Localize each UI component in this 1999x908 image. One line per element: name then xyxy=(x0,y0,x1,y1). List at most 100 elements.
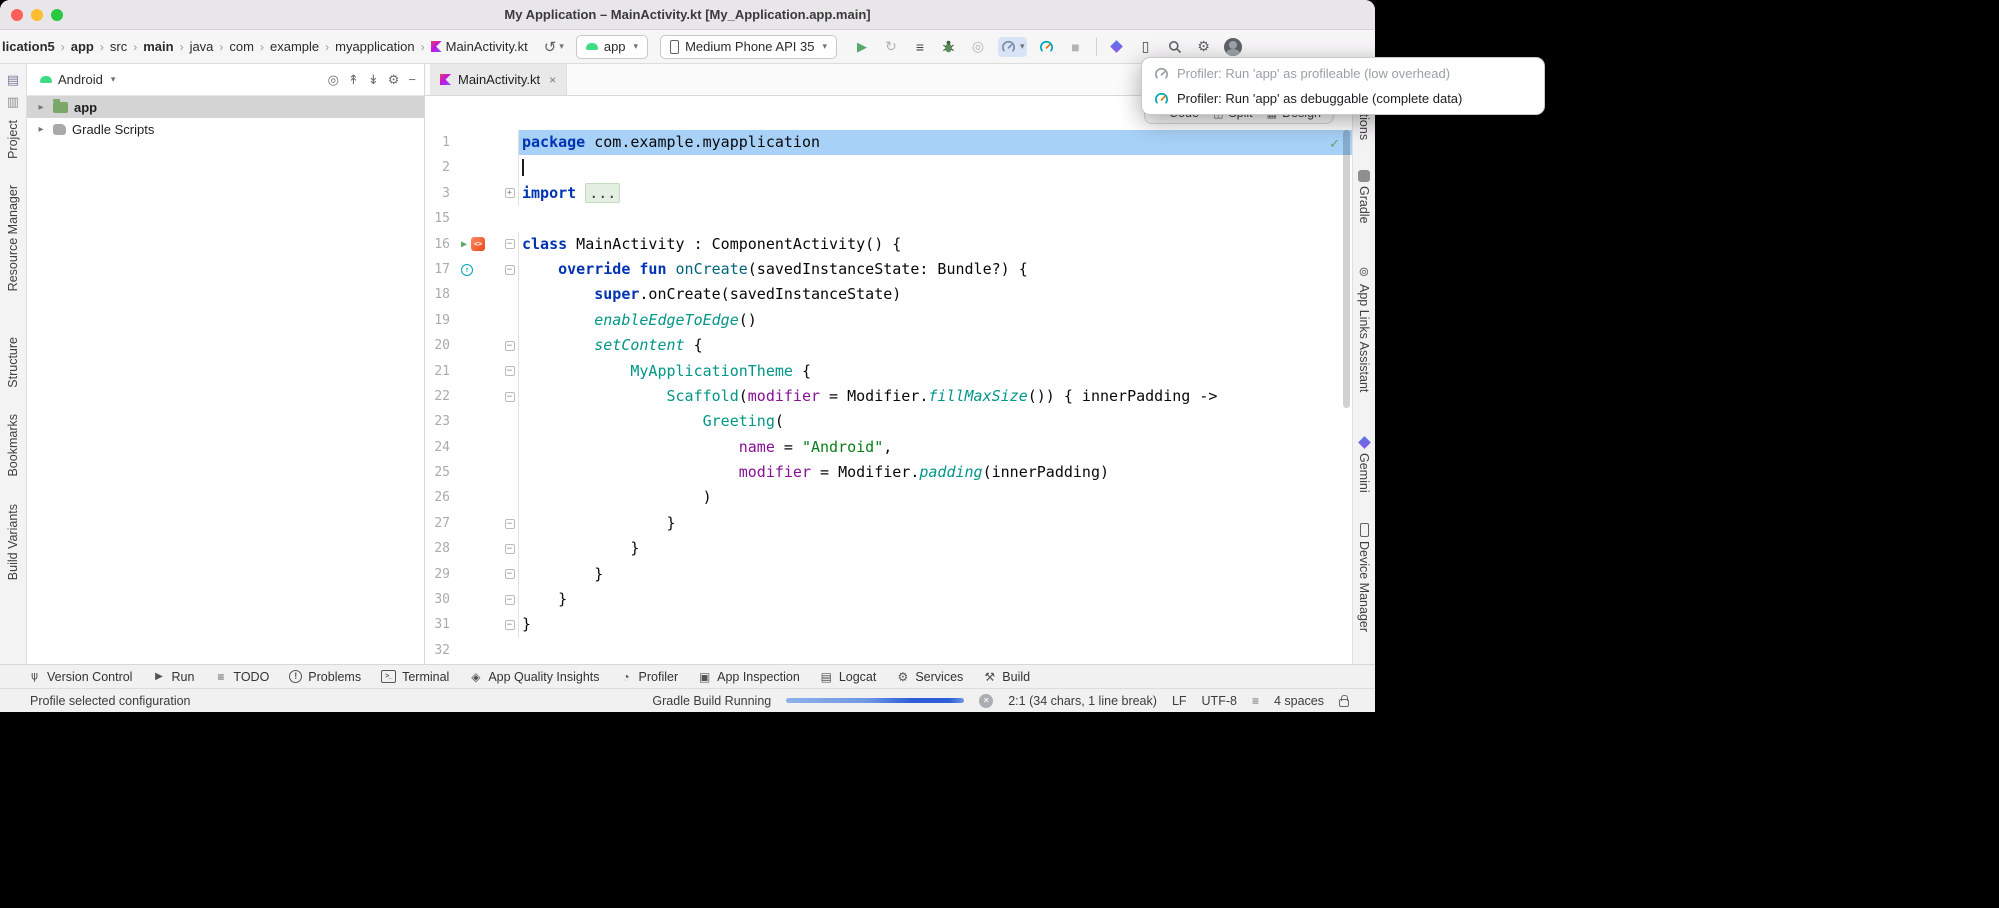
debug-button[interactable] xyxy=(940,38,958,56)
chevron-right-icon[interactable]: ▸ xyxy=(35,102,47,113)
code-text[interactable]: MyApplicationTheme { xyxy=(518,359,1352,384)
collapse-all-icon[interactable]: ↡ xyxy=(368,72,379,88)
breadcrumb-item-app[interactable]: app xyxy=(69,38,96,55)
chevron-right-icon[interactable]: ▸ xyxy=(35,124,47,135)
code-text[interactable]: } xyxy=(518,612,1352,637)
code-text[interactable]: override fun onCreate(savedInstanceState… xyxy=(518,257,1352,282)
code-text[interactable] xyxy=(518,155,1352,180)
tree-node-app[interactable]: ▸app xyxy=(27,96,424,118)
code-text[interactable]: setContent { xyxy=(518,333,1352,358)
tool-stripe-item-gemini[interactable]: Gemini xyxy=(1357,436,1371,493)
tool-button-app-inspection[interactable]: ▣App Inspection xyxy=(698,670,800,684)
code-text[interactable]: ) xyxy=(518,485,1352,510)
breadcrumb-item-example[interactable]: example xyxy=(268,38,321,55)
run-line-icon[interactable]: ▶ xyxy=(461,232,467,257)
project-tool-icon[interactable]: ▤ xyxy=(7,72,19,88)
fold-marker[interactable]: − xyxy=(505,239,515,249)
tool-stripe-item-build-variants[interactable]: Build Variants xyxy=(6,504,20,580)
code-text[interactable]: import ... xyxy=(518,181,1352,206)
fold-marker[interactable]: + xyxy=(505,188,515,198)
code-line[interactable]: 31−} xyxy=(425,612,1352,637)
breadcrumb-item-main[interactable]: main xyxy=(141,38,175,55)
code-line[interactable]: 3+import ... xyxy=(425,181,1352,206)
override-method-icon[interactable]: ↑ xyxy=(461,264,473,276)
settings-button[interactable]: ⚙ xyxy=(1195,38,1213,56)
code-line[interactable]: 2 xyxy=(425,155,1352,180)
tool-stripe-item-resource-manager[interactable]: Resource Manager xyxy=(6,185,20,291)
close-tab-icon[interactable]: × xyxy=(549,73,556,87)
code-text[interactable]: Scaffold(modifier = Modifier.fillMaxSize… xyxy=(518,384,1352,409)
code-editor[interactable]: 1package com.example.myapplication23+imp… xyxy=(425,96,1352,664)
tool-stripe-item-project[interactable]: Project xyxy=(6,120,20,159)
device-selector[interactable]: Medium Phone API 35 ▾ xyxy=(660,35,837,59)
tool-button-services[interactable]: ⚙Services xyxy=(896,670,963,684)
breadcrumb-item-myapplication[interactable]: myapplication xyxy=(333,38,417,55)
code-text[interactable]: } xyxy=(518,536,1352,561)
build-list-button[interactable]: ≡ xyxy=(911,38,929,56)
code-text[interactable]: super.onCreate(savedInstanceState) xyxy=(518,282,1352,307)
tool-button-version-control[interactable]: ⋔Version Control xyxy=(28,670,132,684)
tool-stripe-item-device-manager[interactable]: Device Manager xyxy=(1357,523,1371,632)
editor-tab-mainactivity[interactable]: MainActivity.kt × xyxy=(430,64,567,95)
fold-marker[interactable]: − xyxy=(505,595,515,605)
code-text[interactable]: } xyxy=(518,562,1352,587)
fold-marker[interactable]: − xyxy=(505,265,515,275)
code-text[interactable]: } xyxy=(518,587,1352,612)
profiler-popup-item[interactable]: Profiler: Run 'app' as profileable (low … xyxy=(1142,61,1544,86)
coverage-button[interactable]: ◎ xyxy=(969,38,987,56)
tool-button-build[interactable]: ⚒Build xyxy=(983,670,1030,684)
code-line[interactable]: 32 xyxy=(425,638,1352,663)
code-line[interactable]: 28− } xyxy=(425,536,1352,561)
tool-button-terminal[interactable]: >_Terminal xyxy=(381,670,449,684)
breadcrumb-item-java[interactable]: java xyxy=(188,38,216,55)
code-line[interactable]: 24 name = "Android", xyxy=(425,435,1352,460)
compose-preview-icon[interactable]: <> xyxy=(471,237,485,251)
breadcrumb-item-lication5[interactable]: lication5 xyxy=(0,38,57,55)
code-line[interactable]: 18 super.onCreate(savedInstanceState) xyxy=(425,282,1352,307)
panel-settings-icon[interactable]: ⚙ xyxy=(388,72,400,88)
caret-position[interactable]: 2:1 (34 chars, 1 line break) xyxy=(1008,694,1157,708)
rerun-button[interactable]: ↻ xyxy=(882,38,900,56)
run-config-selector[interactable]: app ▾ xyxy=(576,35,648,59)
code-line[interactable]: 15 xyxy=(425,206,1352,231)
code-line[interactable]: 25 modifier = Modifier.padding(innerPadd… xyxy=(425,460,1352,485)
tree-node-gradle-scripts[interactable]: ▸Gradle Scripts xyxy=(27,118,424,140)
packages-tool-icon[interactable]: ▥ xyxy=(7,94,19,110)
breadcrumb-item-src[interactable]: src xyxy=(108,38,129,55)
lock-icon[interactable] xyxy=(1339,699,1349,707)
stop-button[interactable]: ■ xyxy=(1067,38,1085,56)
fold-marker[interactable]: − xyxy=(505,366,515,376)
breadcrumb-item-mainactivity-kt[interactable]: MainActivity.kt xyxy=(429,38,530,55)
breadcrumb-item-com[interactable]: com xyxy=(227,38,256,55)
code-text[interactable]: class MainActivity : ComponentActivity()… xyxy=(518,232,1352,257)
code-line[interactable]: 30− } xyxy=(425,587,1352,612)
locate-file-icon[interactable]: ◎ xyxy=(328,72,339,88)
gemini-button[interactable] xyxy=(1108,38,1126,56)
code-line[interactable]: 16▶<>−class MainActivity : ComponentActi… xyxy=(425,232,1352,257)
code-text[interactable]: } xyxy=(518,511,1352,536)
code-line[interactable]: 1package com.example.myapplication xyxy=(425,130,1352,155)
code-line[interactable]: 26 ) xyxy=(425,485,1352,510)
hide-panel-icon[interactable]: − xyxy=(408,72,416,87)
code-line[interactable]: 27− } xyxy=(425,511,1352,536)
line-ending-indicator[interactable]: LF xyxy=(1172,694,1187,708)
code-line[interactable]: 23 Greeting( xyxy=(425,409,1352,434)
search-everywhere-button[interactable] xyxy=(1166,38,1184,56)
tool-stripe-item-app-links-assistant[interactable]: ⊚App Links Assistant xyxy=(1357,264,1371,392)
tool-stripe-item-gradle[interactable]: Gradle xyxy=(1357,170,1371,224)
code-line[interactable]: 17↑− override fun onCreate(savedInstance… xyxy=(425,257,1352,282)
editor-scrollbar[interactable] xyxy=(1343,130,1350,408)
fold-marker[interactable]: − xyxy=(505,569,515,579)
encoding-indicator[interactable]: UTF-8 xyxy=(1202,694,1237,708)
minimize-window-button[interactable] xyxy=(31,9,43,21)
account-avatar[interactable] xyxy=(1224,38,1242,56)
indent-indicator[interactable]: 4 spaces xyxy=(1274,694,1324,708)
inspections-ok-icon[interactable]: ✓ xyxy=(1329,136,1340,152)
running-devices-button[interactable]: ▯ xyxy=(1137,38,1155,56)
code-line[interactable]: 20− setContent { xyxy=(425,333,1352,358)
fold-marker[interactable]: − xyxy=(505,544,515,554)
tool-button-logcat[interactable]: ▤Logcat xyxy=(820,670,877,684)
fold-marker[interactable]: − xyxy=(505,392,515,402)
profiler-dropdown-button[interactable]: ▾ xyxy=(998,37,1027,57)
code-text[interactable]: enableEdgeToEdge() xyxy=(518,308,1352,333)
